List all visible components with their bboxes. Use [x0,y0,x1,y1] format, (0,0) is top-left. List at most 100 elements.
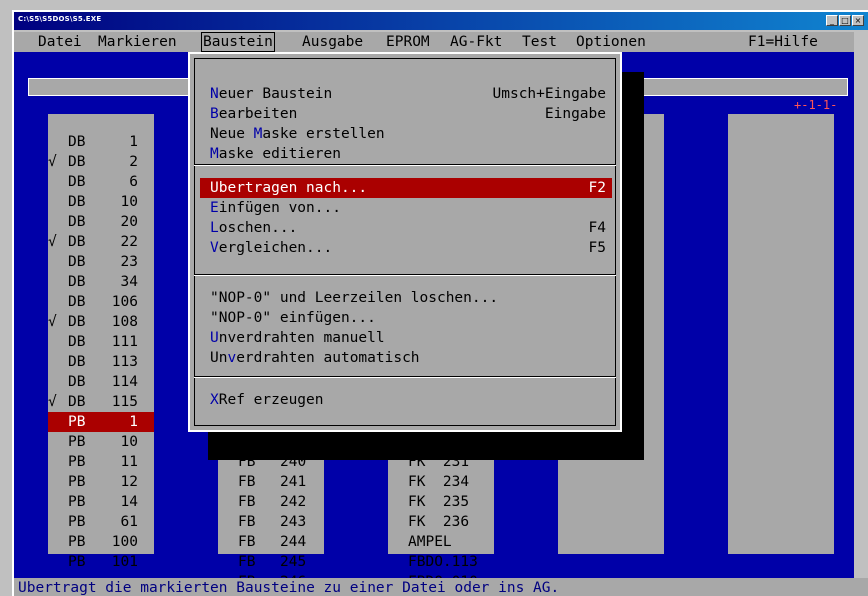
dos-screen: Datei Markieren Baustein Ausgabe EPROM A… [14,32,854,592]
block-number: 10 [120,434,138,450]
menu-ausgabe[interactable]: Ausgabe [302,32,363,52]
menu-item-label: "NOP-0" und Leerzeilen loschen... [210,290,499,306]
block-row[interactable]: FB 245 [218,552,324,572]
block-row[interactable]: DB 111 [48,332,154,352]
menu-eprom[interactable]: EPROM [386,32,430,52]
menu-item-label-rest: aske editieren [218,146,341,162]
block-type: DB [68,394,86,410]
block-row[interactable]: PB 101 [48,552,154,572]
block-row[interactable]: PB 10 [48,432,154,452]
menu-baustein[interactable]: Baustein [201,32,275,52]
menu-item-label: Ubertragen nach... [210,178,367,198]
block-row[interactable]: DB 20 [48,212,154,232]
menu-ag-fkt[interactable]: AG-Fkt [450,32,502,52]
block-row[interactable]: DB 1 [48,132,154,152]
block-row[interactable]: √ DB 115 [48,392,154,412]
block-row[interactable]: FB 242 [218,492,324,512]
block-name: FK 234 [408,474,470,490]
menu-item-shortcut: F4 [588,220,606,236]
menu-item-loschen[interactable]: Loschen... F4 [200,218,612,238]
block-row[interactable]: FB 244 [218,532,324,552]
block-row[interactable]: PB 11 [48,452,154,472]
menu-item-xref-erzeugen[interactable]: XRef erzeugen [200,390,612,410]
title-bar[interactable]: C:\S5\S5DOS\S5.EXE _ □ × [14,12,868,30]
block-number: 108 [111,314,138,330]
block-type: DB [68,214,86,230]
selected-check-mark: √ [48,314,57,330]
close-button[interactable]: × [852,15,864,26]
menu-separator [194,274,616,276]
block-list-panel-5 [728,114,834,554]
menu-item-shortcut: Umsch+Eingabe [492,86,607,102]
menu-item-neuer-baustein[interactable]: Neuer Baustein Umsch+Eingabe [200,84,612,104]
block-row[interactable]: AMPEL [388,532,494,552]
menu-item-nop-0-und-leerzeilen-loschen[interactable]: "NOP-0" und Leerzeilen loschen... [200,288,612,308]
menu-item-shortcut: Eingabe [544,106,606,122]
block-row[interactable]: PB 14 [48,492,154,512]
block-list-panel-1: DB 1 √ DB 2 DB 6 DB 10 DB 20 √ DB 22 DB 23 DB 34 DB 106 √ DB 1… [48,114,154,570]
block-row[interactable]: FK 236 [388,512,494,532]
block-row[interactable]: FB 243 [218,512,324,532]
menu-test[interactable]: Test [522,32,557,52]
help-hint[interactable]: F1=Hilfe [748,32,818,52]
menu-item-vergleichen[interactable]: Vergleichen... F5 [200,238,612,258]
block-row[interactable]: PB 100 [48,532,154,552]
menu-item-unverdrahten-automatisch[interactable]: Unverdrahten automatisch [200,348,612,368]
block-type: PB [68,414,86,430]
menu-item-einf-gen-von[interactable]: Einfügen von... [200,198,612,218]
block-row[interactable]: DB 113 [48,352,154,372]
block-type: PB [68,534,86,550]
block-number: 244 [280,534,307,550]
menu-item-label: Einfügen von... [210,198,341,218]
menu-item-label-prefix: Un [210,350,228,366]
block-number: 115 [111,394,138,410]
block-row[interactable]: PB 61 [48,512,154,532]
block-row[interactable]: FK 235 [388,492,494,512]
block-row[interactable]: DB 34 [48,272,154,292]
menu-item-label: Neuer Baustein [210,84,332,104]
block-type: PB [68,514,86,530]
block-row[interactable]: DB 10 [48,192,154,212]
block-number: 2 [129,154,138,170]
menu-separator [194,164,616,166]
status-text: Ubertragt die markierten Bausteine zu ei… [18,580,560,596]
maximize-button[interactable]: □ [839,15,851,26]
menu-optionen[interactable]: Optionen [576,32,646,52]
block-row[interactable]: √ DB 108 [48,312,154,332]
menu-item-bearbeiten[interactable]: Bearbeiten Eingabe [200,104,612,124]
block-row[interactable]: PB 1 [48,412,154,432]
menu-datei[interactable]: Datei [38,32,82,52]
menu-item-hotkey: E [210,200,219,216]
menu-item-shortcut: F2 [588,180,606,196]
block-type: FB [238,494,256,510]
block-row[interactable]: DB 23 [48,252,154,272]
menu-markieren[interactable]: Markieren [98,32,177,52]
menu-item-neue-maske-erstellen[interactable]: Neue Maske erstellen [200,124,612,144]
menu-item-nop-0-einf-gen[interactable]: "NOP-0" einfügen... [200,308,612,328]
block-row[interactable]: DB 6 [48,172,154,192]
block-number: 20 [120,214,138,230]
block-row[interactable]: FK 234 [388,472,494,492]
block-row[interactable]: DB 106 [48,292,154,312]
menu-item-label-rest: infügen von... [218,200,341,216]
minimize-button[interactable]: _ [826,15,838,26]
block-number: 1 [129,134,138,150]
block-number: 111 [111,334,138,350]
block-type: DB [68,254,86,270]
menu-item-ubertragen-nach[interactable]: Ubertragen nach... F2 [200,178,612,198]
block-type: DB [68,354,86,370]
block-row[interactable]: FB 241 [218,472,324,492]
block-number: 101 [111,554,138,570]
menu-item-label-rest: oschen... [218,220,298,236]
block-row[interactable]: PB 12 [48,472,154,492]
menu-item-unverdrahten-manuell[interactable]: Unverdrahten manuell [200,328,612,348]
menu-item-maske-editieren[interactable]: Maske editieren [200,144,612,164]
block-row[interactable]: √ DB 2 [48,152,154,172]
block-number: 100 [111,534,138,550]
block-row[interactable]: √ DB 22 [48,232,154,252]
block-row[interactable]: FBDO.113 [388,552,494,572]
menu-item-hotkey: B [210,106,219,122]
block-row[interactable]: DB 114 [48,372,154,392]
block-type: FB [238,514,256,530]
block-type: PB [68,554,86,570]
